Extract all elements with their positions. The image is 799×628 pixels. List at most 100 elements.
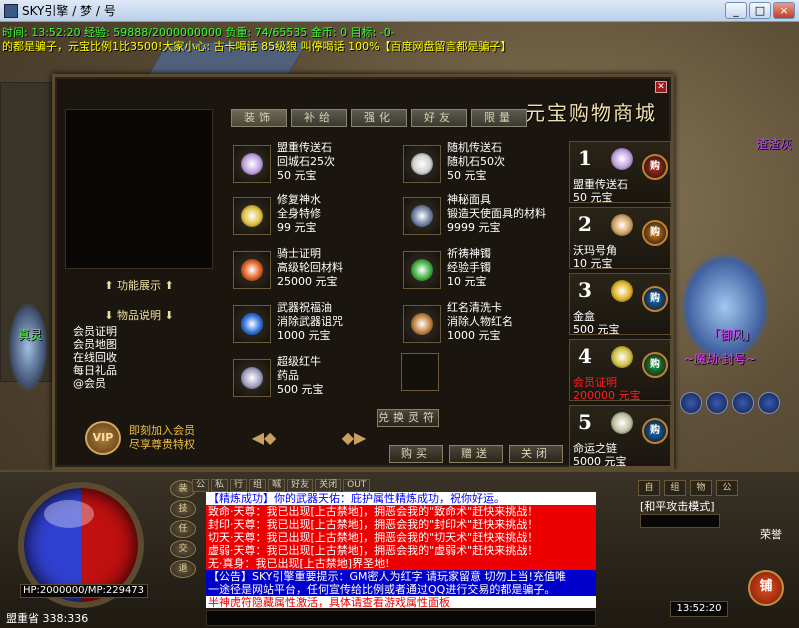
tab-supply[interactable]: 补给: [291, 109, 347, 127]
teleport-stone-icon: [233, 145, 271, 183]
char-guild-right[interactable]: ~魔劫·封号~: [684, 350, 756, 367]
horn-icon: [606, 212, 638, 238]
ranking-item[interactable]: 2 购沃玛号角 10 元宝: [569, 207, 671, 270]
item-gem: [411, 153, 433, 175]
skill-slot[interactable]: [706, 392, 728, 414]
shop-item[interactable]: 骑士证明 高级轮回材料 25000 元宝: [231, 245, 399, 295]
rank-buy-button[interactable]: 购: [642, 418, 668, 444]
auto-button[interactable]: 自: [638, 480, 660, 496]
item-preview: [65, 109, 213, 269]
shop-item[interactable]: 武器祝福油 消除武器诅咒 1000 元宝: [231, 299, 399, 349]
team-button[interactable]: 组: [664, 480, 686, 496]
attack-mode[interactable]: [和平攻击模式]: [640, 498, 715, 514]
item-gem: [411, 259, 433, 281]
perk-item: 在线回收: [73, 351, 117, 364]
item-desc: 经验手镯: [447, 261, 491, 274]
item-desc-label: ⬇ 物品说明 ⬇: [104, 309, 174, 322]
hp-mp-readout: HP:2000000/MP:229473: [20, 584, 148, 598]
close-shop-button[interactable]: 关闭: [509, 445, 563, 463]
skill-bar: [680, 392, 780, 414]
rank-buy-button[interactable]: 购: [642, 154, 668, 180]
exit-button[interactable]: 退: [170, 560, 196, 578]
chat-line: 【精炼成功】你的武器天佑：庇护属性精炼成功，祝你好运。: [206, 492, 596, 505]
window-controls: _ □ ×: [725, 2, 795, 19]
char-name-right-top[interactable]: 渣渣灰: [756, 135, 792, 152]
item-text: 红名清洗卡 消除人物红名 1000 元宝: [447, 299, 513, 349]
tab-decor[interactable]: 装饰: [231, 109, 287, 127]
location-readout: 盟重省 338:336: [6, 612, 89, 625]
chat-tab-public[interactable]: 公: [192, 479, 210, 492]
item-price: 99 元宝: [277, 221, 317, 234]
item-text: 盟重传送石 回城石25次 50 元宝: [277, 139, 335, 189]
ranking-item[interactable]: 5 购命运之链 5000 元宝: [569, 405, 671, 468]
next-arrow-icon[interactable]: ◆▶: [337, 429, 371, 449]
rank-buy-button[interactable]: 购: [642, 286, 668, 312]
char-name-left[interactable]: 真灵: [18, 326, 42, 343]
ranking-item[interactable]: 1 购盟重传送石 50 元宝: [569, 141, 671, 204]
item-name: 盟重传送石: [277, 141, 332, 154]
skills-button[interactable]: 技: [170, 500, 196, 518]
chat-tab-friend[interactable]: 好友: [287, 479, 314, 492]
chat-tab-group[interactable]: 组: [249, 479, 267, 492]
rank-gem: [611, 412, 633, 434]
char-name-right[interactable]: 「御风」: [708, 326, 756, 343]
shop-item[interactable]: 祈祷神镯 经验手镯 10 元宝: [401, 245, 569, 295]
chat-tab-guild[interactable]: 行: [230, 479, 248, 492]
shop-item[interactable]: 随机传送石 随机石50次 50 元宝: [401, 139, 569, 189]
item-text: 修复神水 全身特修 99 元宝: [277, 191, 321, 241]
skill-slot[interactable]: [680, 392, 702, 414]
prev-arrow-icon[interactable]: ◀◆: [247, 429, 281, 449]
chat-tab-close[interactable]: 关闭: [315, 479, 342, 492]
minimize-button[interactable]: _: [725, 2, 747, 19]
rank-item-price: 10 元宝: [573, 257, 613, 270]
empty-item-slot[interactable]: [401, 353, 439, 391]
tab-friend[interactable]: 好友: [411, 109, 467, 127]
item-gem: [241, 313, 263, 335]
buy-button[interactable]: 购买: [389, 445, 443, 463]
orb-gloss: [44, 500, 94, 528]
skill-slot[interactable]: [732, 392, 754, 414]
teleport-stone-icon: [606, 146, 638, 172]
shop-item[interactable]: 修复神水 全身特修 99 元宝: [231, 191, 399, 241]
character-sprite[interactable]: [680, 252, 770, 362]
maximize-button[interactable]: □: [749, 2, 771, 19]
left-button-column: 装 技 任 交 退: [170, 480, 200, 580]
tab-limited[interactable]: 限量: [471, 109, 527, 127]
gift-button[interactable]: 赠送: [449, 445, 503, 463]
shop-item[interactable]: 神秘面具 锻造天使面具的材料 9999 元宝: [401, 191, 569, 241]
bag-button[interactable]: 物: [690, 480, 712, 496]
character-sprite-left[interactable]: [8, 302, 48, 392]
ranking-item[interactable]: 3 购金盒 500 元宝: [569, 273, 671, 336]
rank-buy-button[interactable]: 购: [642, 220, 668, 246]
shop-item[interactable]: 超级红牛 药品 500 元宝: [231, 353, 399, 403]
vip-promo[interactable]: VIP 即刻加入会员 尽享尊贵特权: [85, 421, 195, 455]
exchange-charm-button[interactable]: 兑换灵符: [377, 409, 439, 427]
chat-line: 无·真身：我已出现[上古禁地]界圣地!: [206, 557, 596, 570]
ranking-item[interactable]: 4 购会员证明 200000 元宝: [569, 339, 671, 402]
blessing-oil-icon: [233, 305, 271, 343]
shop-close-button[interactable]: ✕: [655, 81, 667, 93]
item-desc: 锻造天使面具的材料: [447, 207, 546, 220]
item-name: 骑士证明: [277, 247, 321, 260]
shop-item[interactable]: 盟重传送石 回城石25次 50 元宝: [231, 139, 399, 189]
window-close-button[interactable]: ×: [773, 2, 795, 19]
item-text: 随机传送石 随机石50次 50 元宝: [447, 139, 505, 189]
chat-log[interactable]: 【精炼成功】你的武器天佑：庇护属性精炼成功，祝你好运。 致命·天尊：我已出现[上古…: [206, 492, 596, 608]
chat-input[interactable]: [206, 610, 596, 626]
tab-enhance[interactable]: 强化: [351, 109, 407, 127]
shop-open-button[interactable]: 铺: [748, 570, 784, 606]
chat-tab-private[interactable]: 私: [211, 479, 229, 492]
chat-tab-shout[interactable]: 喊: [268, 479, 286, 492]
shop-item[interactable]: 红名清洗卡 消除人物红名 1000 元宝: [401, 299, 569, 349]
chat-tab-out[interactable]: OUT: [343, 479, 371, 492]
trade-button[interactable]: 交: [170, 540, 196, 558]
item-gem: [411, 205, 433, 227]
random-stone-icon: [403, 145, 441, 183]
guild-button[interactable]: 公: [716, 480, 738, 496]
perk-item: 会员地图: [73, 338, 117, 351]
skill-slot[interactable]: [758, 392, 780, 414]
item-desc: 消除人物红名: [447, 315, 513, 328]
rank-number: 5: [578, 410, 592, 434]
quest-button[interactable]: 任: [170, 520, 196, 538]
rank-buy-button[interactable]: 购: [642, 352, 668, 378]
